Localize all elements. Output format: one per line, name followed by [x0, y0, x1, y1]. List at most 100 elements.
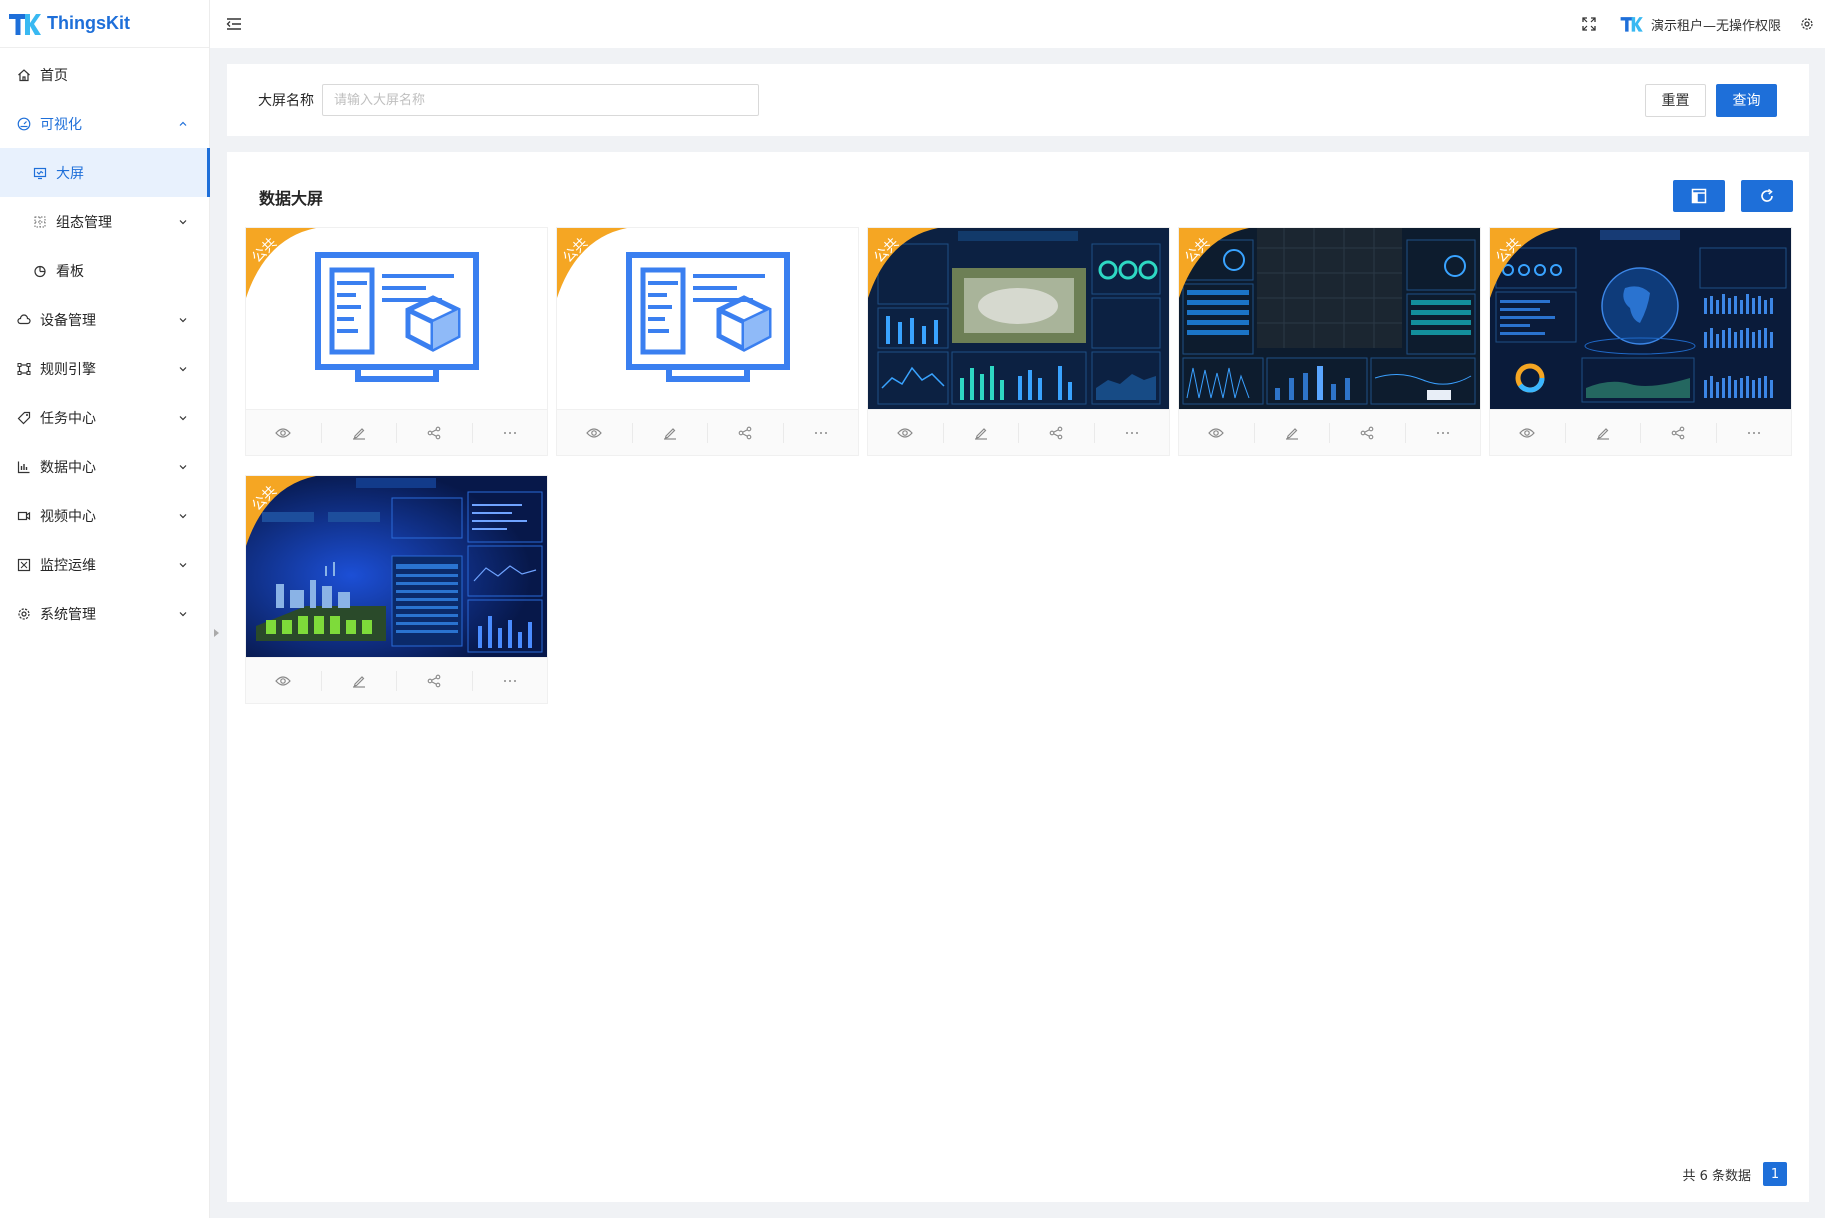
share-button[interactable] — [397, 422, 473, 443]
eye-icon — [1519, 427, 1536, 438]
share-button[interactable] — [708, 422, 784, 443]
share-icon — [427, 674, 441, 687]
preview-button[interactable] — [1179, 422, 1255, 443]
sidebar-item-system-management[interactable]: 系统管理 — [0, 589, 209, 638]
share-icon — [738, 426, 752, 439]
more-button[interactable] — [784, 423, 859, 443]
chart-icon — [16, 459, 32, 475]
eye-icon — [275, 675, 292, 686]
sidebar-item-big-screen[interactable]: 大屏 — [0, 148, 210, 197]
card-actions — [246, 657, 547, 703]
more-button[interactable] — [473, 671, 548, 691]
eye-icon — [897, 427, 914, 438]
sidebar-item-label: 可视化 — [40, 116, 82, 133]
sidebar-item-visualization[interactable]: 可视化 — [0, 99, 209, 148]
more-icon — [1125, 431, 1138, 434]
search-label: 大屏名称 — [258, 93, 314, 109]
thingskit-logo-icon — [9, 13, 41, 35]
edit-icon — [663, 427, 676, 440]
main-panel: 数据大屏 公共 公共 公共 公共 公共 公共 共 6 条数据 1 — [227, 152, 1809, 1202]
chevron-down-icon — [177, 216, 189, 228]
preview-button[interactable] — [557, 422, 633, 443]
share-button[interactable] — [397, 670, 473, 691]
pagination: 共 6 条数据 1 — [1682, 1162, 1787, 1186]
share-button[interactable] — [1330, 422, 1406, 443]
edit-button[interactable] — [1255, 422, 1330, 443]
screen-card[interactable]: 公共 — [1178, 227, 1481, 456]
screen-name-input[interactable] — [322, 84, 759, 116]
sidebar-item-device-management[interactable]: 设备管理 — [0, 295, 209, 344]
screen-card[interactable]: 公共 — [867, 227, 1170, 456]
sidebar-item-board[interactable]: 看板 — [0, 246, 209, 295]
more-button[interactable] — [1717, 423, 1792, 443]
more-icon — [503, 431, 516, 434]
tenant-switcher[interactable]: 演示租户—无操作权限 — [1619, 15, 1781, 34]
card-actions — [1490, 409, 1791, 455]
sidebar-item-video-center[interactable]: 视频中心 — [0, 491, 209, 540]
app-logo[interactable]: ThingsKit — [0, 0, 209, 48]
share-button[interactable] — [1019, 422, 1095, 443]
screen-card[interactable]: 公共 — [1489, 227, 1792, 456]
screen-card[interactable]: 公共 — [556, 227, 859, 456]
layout-icon — [1691, 188, 1707, 204]
screen-icon — [32, 165, 48, 181]
home-icon — [16, 67, 32, 83]
sidebar-item-configuration[interactable]: 组态管理 — [0, 197, 209, 246]
preview-button[interactable] — [246, 670, 322, 691]
app-name: ThingsKit — [47, 13, 130, 33]
edit-button[interactable] — [633, 422, 708, 443]
screen-card[interactable]: 公共 — [245, 475, 548, 704]
menu-fold-icon[interactable] — [222, 12, 246, 36]
preview-button[interactable] — [1490, 422, 1566, 443]
edit-icon — [352, 427, 365, 440]
tenant-name: 演示租户—无操作权限 — [1650, 18, 1781, 34]
reset-button[interactable]: 重置 — [1645, 83, 1706, 117]
sidebar-item-label: 视频中心 — [40, 508, 96, 525]
screen-thumbnail[interactable]: 公共 — [1179, 228, 1480, 409]
screen-thumbnail[interactable]: 公共 — [868, 228, 1169, 409]
sidebar-item-label: 数据中心 — [40, 459, 96, 476]
sidebar-item-label: 组态管理 — [56, 214, 112, 231]
caret-right-icon — [214, 629, 219, 637]
share-icon — [1360, 426, 1374, 439]
edit-button[interactable] — [322, 422, 397, 443]
screen-card[interactable]: 公共 — [245, 227, 548, 456]
query-button[interactable]: 查询 — [1716, 83, 1777, 117]
more-icon — [814, 431, 827, 434]
fullscreen-icon[interactable] — [1577, 12, 1601, 36]
sidebar-item-label: 首页 — [40, 67, 68, 84]
page-1-button[interactable]: 1 — [1763, 1162, 1787, 1186]
video-icon — [16, 508, 32, 524]
search-panel: 大屏名称 重置 查询 — [227, 64, 1809, 136]
sidebar-item-data-center[interactable]: 数据中心 — [0, 442, 209, 491]
screen-thumbnail[interactable]: 公共 — [246, 228, 547, 409]
chevron-down-icon — [177, 461, 189, 473]
refresh-button[interactable] — [1741, 180, 1793, 212]
sidebar-collapse-toggle[interactable] — [210, 622, 224, 644]
preview-button[interactable] — [868, 422, 944, 443]
tenant-logo-icon — [1620, 17, 1643, 32]
sidebar-item-home[interactable]: 首页 — [0, 50, 209, 99]
edit-button[interactable] — [322, 670, 397, 691]
chevron-down-icon — [177, 363, 189, 375]
more-button[interactable] — [473, 423, 548, 443]
edit-button[interactable] — [944, 422, 1019, 443]
rule-icon — [16, 361, 32, 377]
card-actions — [246, 409, 547, 455]
more-button[interactable] — [1095, 423, 1170, 443]
layout-toggle-button[interactable] — [1673, 180, 1725, 212]
dashboard-icon — [16, 116, 32, 132]
screen-thumbnail[interactable]: 公共 — [246, 476, 547, 657]
chevron-down-icon — [177, 412, 189, 424]
share-button[interactable] — [1641, 422, 1717, 443]
gear-icon[interactable] — [1795, 12, 1819, 36]
screen-thumbnail[interactable]: 公共 — [557, 228, 858, 409]
sidebar-item-task-center[interactable]: 任务中心 — [0, 393, 209, 442]
screen-thumbnail[interactable]: 公共 — [1490, 228, 1791, 409]
sidebar-item-monitoring[interactable]: 监控运维 — [0, 540, 209, 589]
preview-button[interactable] — [246, 422, 322, 443]
edit-icon — [974, 427, 987, 440]
more-button[interactable] — [1406, 423, 1481, 443]
edit-button[interactable] — [1566, 422, 1641, 443]
sidebar-item-rule-engine[interactable]: 规则引擎 — [0, 344, 209, 393]
